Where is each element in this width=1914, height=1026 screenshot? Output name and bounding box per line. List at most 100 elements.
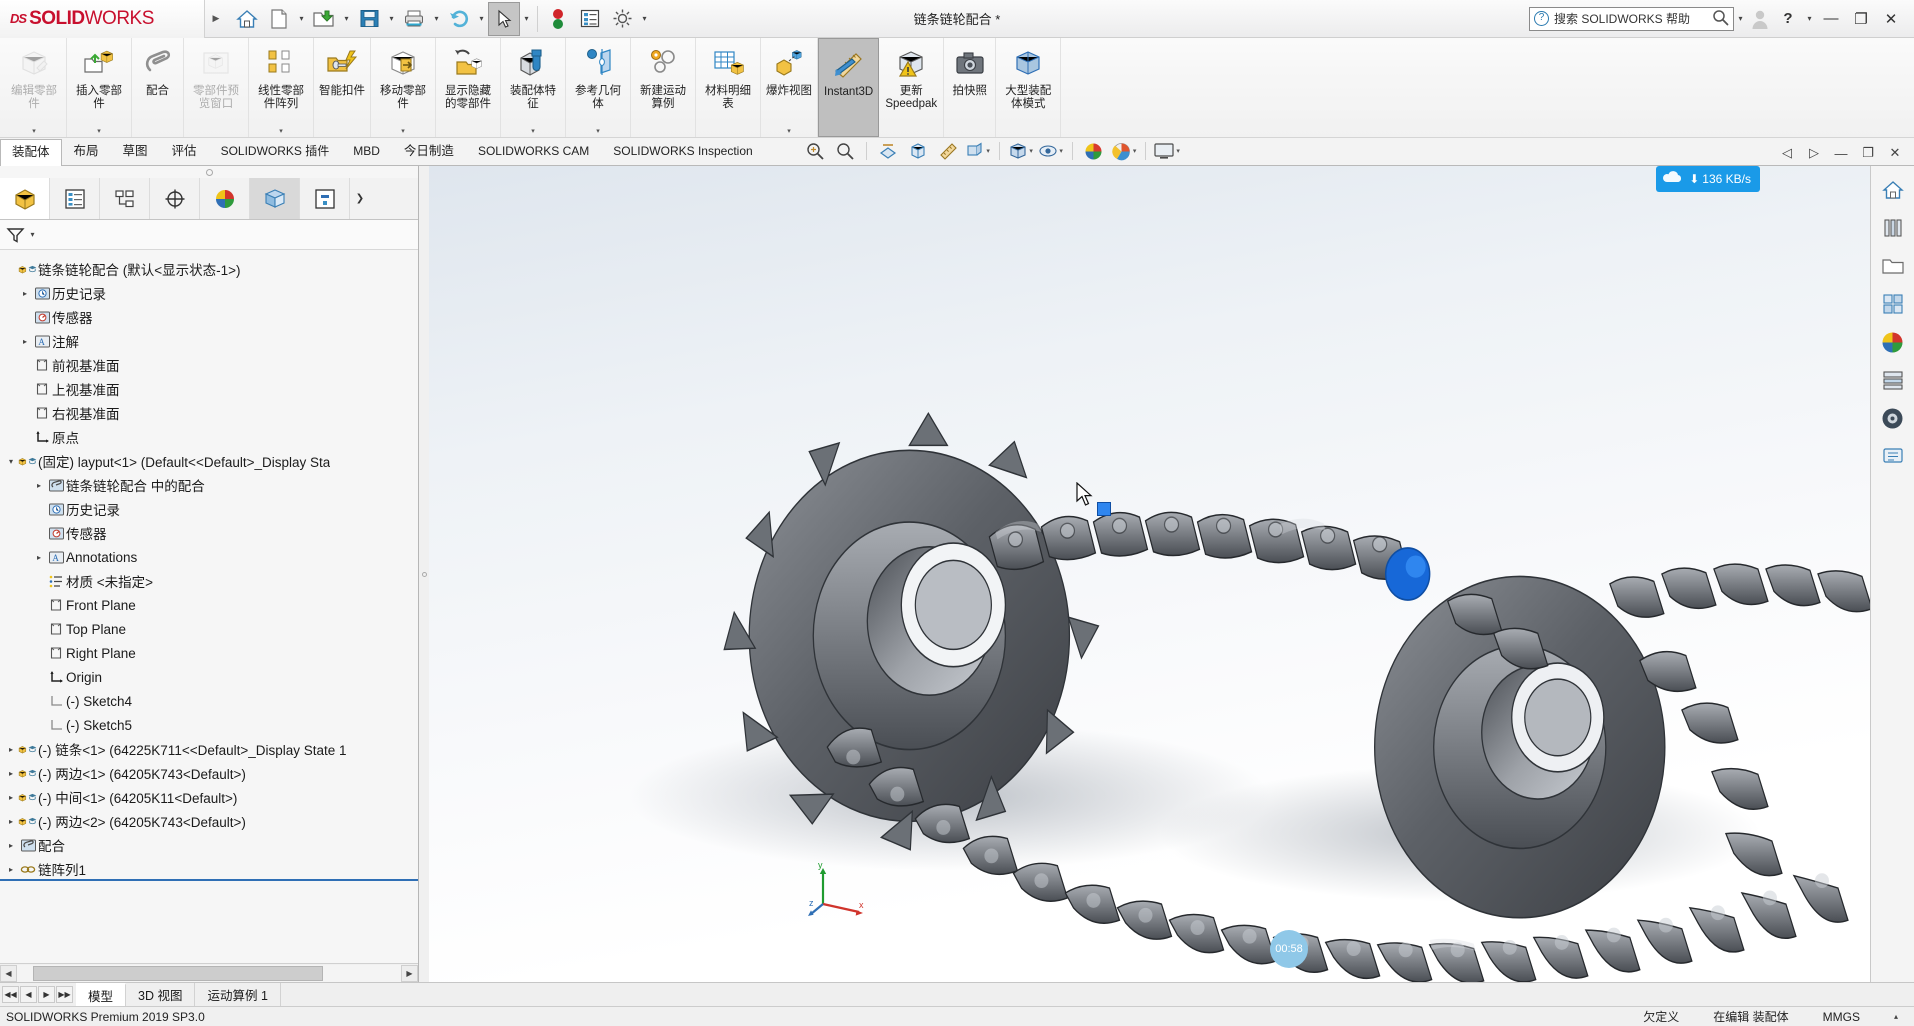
print-icon[interactable] — [398, 2, 430, 36]
tree-twisty[interactable]: ▸ — [32, 553, 46, 562]
ribbon-button-smart-fastener[interactable]: 智能扣件 — [314, 38, 371, 137]
appearances-icon[interactable] — [1080, 138, 1108, 164]
ribbon-button-insert-component[interactable]: 插入零部件 ▾ — [67, 38, 132, 137]
tab-nav-button-2[interactable]: ▶ — [38, 986, 55, 1003]
ribbon-button-mate-paperclip[interactable]: 配合 — [132, 38, 184, 137]
new-document-icon[interactable] — [263, 2, 295, 36]
units-label[interactable]: MMGS — [1823, 1010, 1860, 1024]
tree-item[interactable]: ▸ (-) 链条<1> (64225K711<<Default>_Display … — [0, 737, 418, 761]
ribbon-button-caret[interactable]: ▾ — [531, 127, 535, 137]
view-orientation-cube-icon[interactable] — [904, 138, 932, 164]
scenes-lights-icon[interactable] — [1875, 364, 1911, 396]
tree-horizontal-scrollbar[interactable]: ◀ ▶ — [0, 963, 418, 982]
tree-twisty[interactable]: ▸ — [4, 817, 18, 826]
command-tab-solidworks-cam[interactable]: SOLIDWORKS CAM — [466, 138, 601, 165]
feature-tree[interactable]: 链条链轮配合 (默认<显示状态-1>) ▸ 历史记录 传感器 ▸ A 注解 前视基准面 上视基准… — [0, 250, 418, 963]
ribbon-button-exploded-view[interactable]: 爆炸视图 ▾ — [761, 38, 818, 137]
panel-right-icon[interactable]: ▷ — [1801, 141, 1827, 165]
tree-item[interactable]: 上视基准面 — [0, 377, 418, 401]
panel-splitter[interactable] — [419, 166, 429, 982]
bottom-tab-1[interactable]: 3D 视图 — [126, 983, 196, 1006]
select-dropdown-caret[interactable]: ▾ — [520, 2, 533, 36]
command-tab-mbd[interactable]: MBD — [341, 138, 392, 165]
gear-settings-icon[interactable] — [606, 2, 638, 36]
ribbon-button-new-motion-study[interactable]: 新建运动算例 — [631, 38, 696, 137]
solidworks-logo[interactable]: DS SOLIDWORKS — [0, 0, 205, 38]
undo-dropdown-caret[interactable]: ▾ — [475, 2, 488, 36]
view-palette-icon[interactable] — [1875, 288, 1911, 320]
command-tab-布局[interactable]: 布局 — [62, 138, 111, 165]
tab-nav-button-0[interactable]: ◀◀ — [2, 986, 19, 1003]
command-tab-草图[interactable]: 草图 — [111, 138, 160, 165]
appearances-manager-tab[interactable] — [250, 178, 300, 219]
menu-expand-arrow[interactable]: ▶ — [205, 13, 227, 24]
tree-item[interactable]: (-) Sketch5 — [0, 713, 418, 737]
tree-twisty[interactable]: ▾ — [4, 457, 18, 466]
tree-filter-row[interactable]: ▾ — [0, 220, 418, 250]
scroll-left-button[interactable]: ◀ — [0, 964, 17, 982]
viewport-layout-icon[interactable]: ▾ — [1153, 138, 1181, 164]
command-tab-solidworks-插件[interactable]: SOLIDWORKS 插件 — [209, 138, 342, 165]
view-library-icon[interactable] — [1875, 212, 1911, 244]
ribbon-button-take-snapshot[interactable]: 拍快照 — [944, 38, 997, 137]
save-dropdown-caret[interactable]: ▾ — [385, 2, 398, 36]
ribbon-button-caret[interactable]: ▾ — [97, 127, 101, 137]
decals-icon[interactable] — [1875, 402, 1911, 434]
measure-icon[interactable] — [934, 138, 962, 164]
tree-item[interactable]: ▸ (-) 中间<1> (64205K11<Default>) — [0, 785, 418, 809]
doc-close-icon[interactable]: ✕ — [1882, 141, 1908, 165]
tab-nav-button-3[interactable]: ▶▶ — [56, 986, 73, 1003]
feature-manager-tab[interactable] — [0, 178, 50, 219]
options-list-icon[interactable] — [574, 2, 606, 36]
bottom-tab-0[interactable]: 模型 — [76, 983, 127, 1006]
undo-icon[interactable] — [443, 2, 475, 36]
tree-item[interactable]: 原点 — [0, 425, 418, 449]
zoom-area-icon[interactable] — [831, 138, 859, 164]
view-orientation-icon[interactable]: ▾ — [1007, 138, 1035, 164]
property-manager-tab[interactable] — [50, 178, 100, 219]
tree-item[interactable]: ▾ (固定) layput<1> (Default<<Default>_Displ… — [0, 449, 418, 473]
dimxpert-manager-tab[interactable] — [150, 178, 200, 219]
command-tab-装配体[interactable]: 装配体 — [0, 139, 62, 166]
new-document-dropdown-caret[interactable]: ▾ — [295, 2, 308, 36]
file-explorer-icon[interactable] — [1875, 250, 1911, 282]
print-dropdown-caret[interactable]: ▾ — [430, 2, 443, 36]
ribbon-button-instant3d[interactable]: Instant3D — [818, 38, 880, 137]
search-icon[interactable] — [1712, 9, 1729, 29]
tree-item[interactable]: ▸ A 注解 — [0, 329, 418, 353]
tree-twisty[interactable]: ▸ — [4, 865, 18, 874]
graphics-viewport[interactable]: ⬇ 136 KB/s y x z 00:58 — [429, 166, 1870, 982]
ribbon-button-update-speedpak[interactable]: 更新 Speedpak — [879, 38, 945, 137]
help-dropdown-caret[interactable]: ▾ — [1803, 2, 1816, 36]
display-style-caret[interactable]: ▾ — [986, 147, 990, 155]
minimize-button[interactable]: — — [1816, 0, 1846, 38]
tree-item[interactable]: ▸ 配合 — [0, 833, 418, 857]
ribbon-button-assembly-feature[interactable]: 装配体特征 ▾ — [501, 38, 566, 137]
display-style-icon[interactable]: ▾ — [964, 138, 992, 164]
tree-twisty[interactable]: ▸ — [32, 481, 46, 490]
scene-caret[interactable]: ▾ — [1133, 147, 1137, 155]
tree-item[interactable]: Front Plane — [0, 593, 418, 617]
command-tab-评估[interactable]: 评估 — [160, 138, 209, 165]
ribbon-button-move-component[interactable]: 移动零部件 ▾ — [371, 38, 436, 137]
ribbon-button-caret[interactable]: ▾ — [596, 127, 600, 137]
display-manager-tab[interactable] — [200, 178, 250, 219]
tree-item[interactable]: 历史记录 — [0, 497, 418, 521]
view-home-icon[interactable] — [1875, 174, 1911, 206]
tree-item[interactable]: 传感器 — [0, 305, 418, 329]
tree-item[interactable]: ▸ 链条链轮配合 中的配合 — [0, 473, 418, 497]
tree-item[interactable]: Right Plane — [0, 641, 418, 665]
tree-twisty[interactable]: ▸ — [4, 793, 18, 802]
panel-collapse-handle[interactable] — [0, 166, 418, 178]
hide-show-items-icon[interactable]: ▾ — [1037, 138, 1065, 164]
tree-item[interactable]: ▸ 链阵列1 — [0, 857, 418, 881]
tree-item[interactable]: 右视基准面 — [0, 401, 418, 425]
ribbon-button-show-hidden-components[interactable]: 显示隐藏的零部件 — [436, 38, 501, 137]
tree-item[interactable]: 前视基准面 — [0, 353, 418, 377]
settings-dropdown-caret[interactable]: ▾ — [638, 2, 651, 36]
ribbon-button-caret[interactable]: ▾ — [787, 127, 791, 137]
ribbon-button-bill-of-materials[interactable]: 材料明细表 — [696, 38, 761, 137]
more-tabs-button[interactable]: ❯ — [350, 178, 370, 219]
restore-button[interactable]: ❐ — [1846, 0, 1876, 38]
tree-item[interactable]: ▸ A Annotations — [0, 545, 418, 569]
